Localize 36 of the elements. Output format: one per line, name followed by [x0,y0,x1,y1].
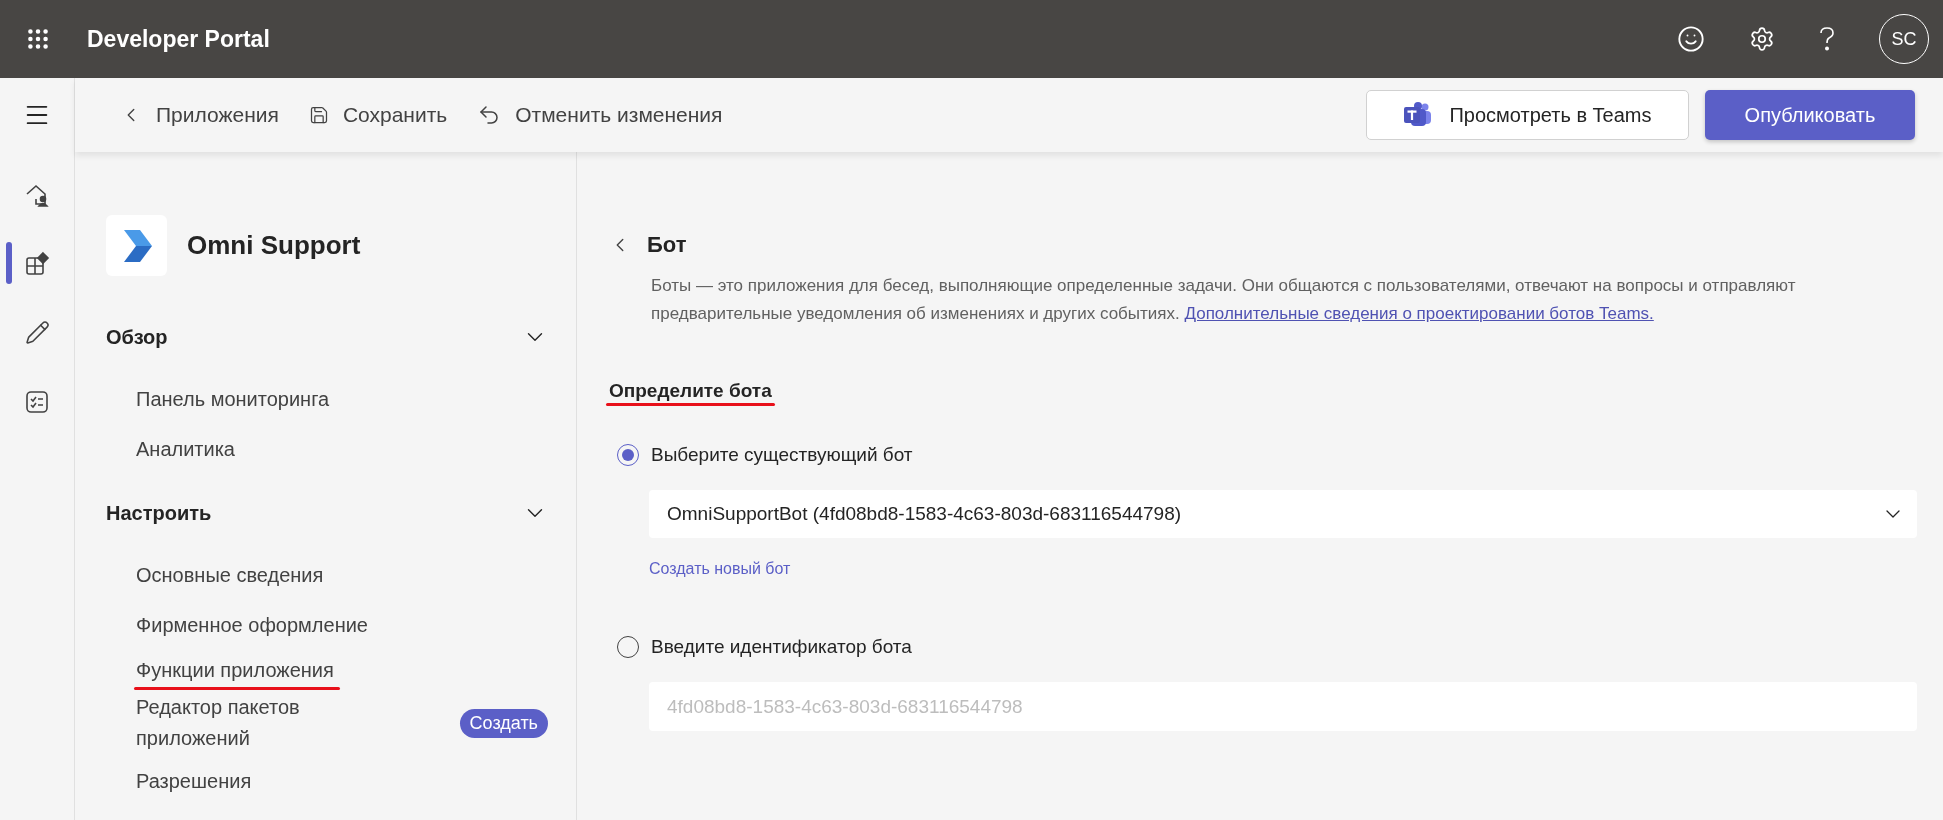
pencil-icon [24,320,50,345]
nav-item[interactable]: Редактор пакетов приложений [136,692,406,754]
app-name: Omni Support [187,230,361,261]
nav-item[interactable]: Основные сведения [136,559,324,591]
checklist-icon [25,389,49,414]
bot-id-field[interactable]: 4fd08bd8-1583-4c63-803d-683116544798 [649,682,1917,731]
publish-button[interactable]: Опубликовать [1705,90,1915,140]
help-icon[interactable] [1819,26,1835,52]
save-icon [308,105,329,125]
chevron-logo-icon [121,229,152,262]
nav-item[interactable]: Функции приложения [136,654,334,686]
section-title: Определите бота [609,380,772,402]
smiley-icon[interactable] [1677,25,1705,53]
radio-label: Выберите существующий бот [651,444,913,466]
description: Боты — это приложения для бесед, выполняющие определенные задачи. Они общаются с пользователями, отвечают на вопросы и отправляют предварительные уведомления об изменениях и других событиях. Дополнительные сведения о проектировании ботов Teams. [651,275,1797,325]
apps-icon [24,250,50,277]
settings-icon[interactable] [1749,26,1775,52]
section-header[interactable]: Обзор [106,312,548,362]
nav-item[interactable]: Панель мониторинга [136,383,330,415]
undo-button[interactable]: Отменить изменения [477,103,723,127]
app-title: Developer Portal [87,25,271,53]
radio-label: Введите идентификатор бота [651,636,912,658]
nav-item[interactable]: Разрешения [136,765,252,797]
page-title: Бот [647,232,687,258]
save-button[interactable]: Сохранить [308,103,448,127]
back-button[interactable]: Приложения [120,103,279,127]
create-bot-link[interactable]: Создать новый бот [649,560,1917,578]
create-badge[interactable]: Создать [459,708,548,738]
bot-dropdown[interactable]: OmniSupportBot (4fd08bd8-1583-4c63-803d-683116544798) [649,490,1917,538]
user-avatar[interactable]: SC [1879,14,1929,64]
section-header[interactable]: Настроить [106,488,548,538]
teams-logo-icon [1403,102,1434,128]
nav-item[interactable]: Фирменное оформление [136,609,368,641]
nav-item[interactable]: Аналитика [136,433,235,465]
view-in-teams-button[interactable]: Просмотреть в Teams [1366,90,1689,140]
learn-more-link[interactable]: Дополнительные сведения о проектировании ботов Teams. [1184,304,1654,323]
